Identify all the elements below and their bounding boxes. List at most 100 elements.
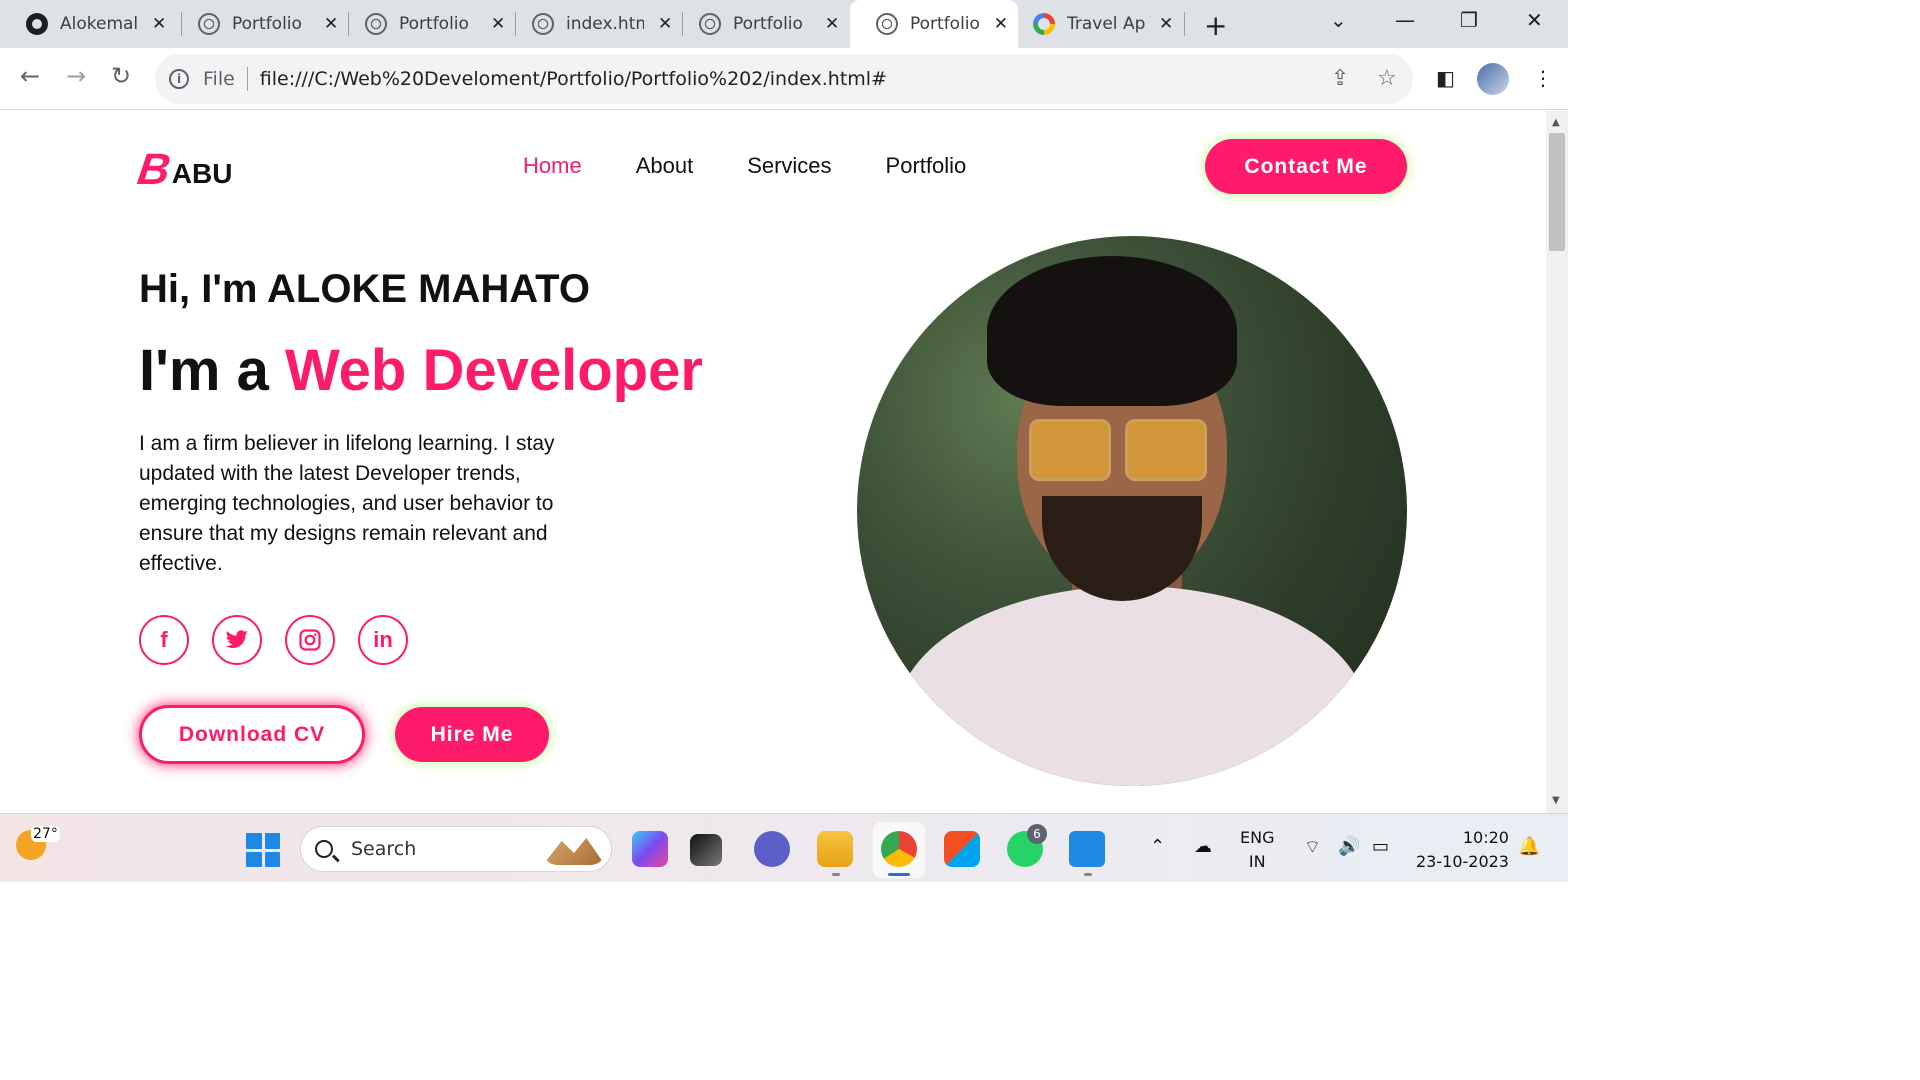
menu-kebab-icon[interactable]: ⋮ xyxy=(1533,66,1553,90)
close-window-button[interactable]: ✕ xyxy=(1526,8,1543,32)
tab-search-icon[interactable]: ⌄ xyxy=(1330,8,1347,32)
file-explorer-icon[interactable] xyxy=(817,831,853,867)
reload-icon[interactable]: ↻ xyxy=(111,62,131,90)
photo-glasses-right xyxy=(1125,419,1207,481)
hero-title-prefix: I'm a xyxy=(139,338,269,403)
nav-portfolio[interactable]: Portfolio xyxy=(886,153,967,179)
hero-bio: I am a firm believer in lifelong learnin… xyxy=(139,432,555,575)
tab-title: Portfolio xyxy=(232,14,302,34)
chevron-up-icon[interactable]: ⌃ xyxy=(1150,836,1165,857)
microsoft-store-icon[interactable] xyxy=(944,831,980,867)
download-cv-button[interactable]: Download CV xyxy=(139,705,365,764)
copilot-icon[interactable] xyxy=(632,831,668,867)
close-icon[interactable]: ✕ xyxy=(324,14,338,34)
facebook-icon[interactable]: f xyxy=(139,615,189,665)
tab-travel-app[interactable]: Travel Ap ✕ xyxy=(1007,0,1185,48)
running-indicator xyxy=(832,873,840,876)
nav-home[interactable]: Home xyxy=(523,153,582,179)
active-indicator xyxy=(888,873,910,876)
hero-title: I'm a Web Developer xyxy=(139,337,703,404)
battery-icon[interactable]: ▭ xyxy=(1372,836,1389,857)
address-bar[interactable]: i File file:///C:/Web%20Develoment/Portf… xyxy=(155,54,1413,104)
close-icon[interactable]: ✕ xyxy=(994,14,1008,34)
close-icon[interactable]: ✕ xyxy=(658,14,672,34)
tab-portfolio-3[interactable]: Portfolio ✕ xyxy=(673,0,851,48)
social-links: f in xyxy=(139,615,431,665)
share-icon[interactable]: ⇪ xyxy=(1331,66,1349,91)
onedrive-cloud-icon[interactable]: ☁ xyxy=(1194,836,1212,857)
scroll-up-arrow-icon[interactable]: ▲ xyxy=(1552,117,1560,128)
search-highlight-art xyxy=(543,838,605,865)
twitter-icon[interactable] xyxy=(212,615,262,665)
site-info-icon[interactable]: i xyxy=(169,69,189,89)
search-placeholder: Search xyxy=(351,838,417,860)
chrome-icon[interactable] xyxy=(881,831,917,867)
taskbar-search[interactable]: Search xyxy=(300,826,612,872)
browser-toolbar: ← → ↻ i File file:///C:/Web%20Develoment… xyxy=(0,48,1568,110)
contact-me-button[interactable]: Contact Me xyxy=(1205,139,1407,194)
task-view-icon[interactable] xyxy=(690,834,722,866)
tab-title: Portfolio xyxy=(910,14,980,34)
hire-me-button[interactable]: Hire Me xyxy=(395,707,549,762)
tab-title: index.htm xyxy=(566,14,644,34)
forward-arrow-icon[interactable]: → xyxy=(66,62,86,90)
twitter-bird-icon xyxy=(225,630,248,648)
linkedin-icon[interactable]: in xyxy=(358,615,408,665)
tab-title: Portfolio xyxy=(399,14,469,34)
browser-tab-strip: Alokemal ✕ Portfolio ✕ Portfolio ✕ index… xyxy=(0,0,1568,48)
tab-title: Portfolio xyxy=(733,14,803,34)
tab-title: Travel Ap xyxy=(1067,14,1145,34)
nav-about[interactable]: About xyxy=(636,153,694,179)
clock-time: 10:20 xyxy=(1462,828,1509,847)
url-text[interactable]: file:///C:/Web%20Develoment/Portfolio/Po… xyxy=(260,68,887,90)
scheme-label: File xyxy=(203,68,235,90)
scrollbar-thumb[interactable] xyxy=(1549,133,1565,251)
side-panel-icon[interactable]: ◧ xyxy=(1436,66,1455,90)
page-scrollbar[interactable]: ▲ ▼ xyxy=(1546,111,1568,813)
photo-shirt xyxy=(897,586,1367,786)
notification-bell-icon[interactable]: 🔔 xyxy=(1518,836,1540,857)
instagram-icon[interactable] xyxy=(285,615,335,665)
maximize-button[interactable]: ❐ xyxy=(1460,8,1478,32)
close-icon[interactable]: ✕ xyxy=(1159,14,1173,34)
clock[interactable]: 10:20 23-10-2023 xyxy=(1416,826,1509,874)
nav-services[interactable]: Services xyxy=(747,153,831,179)
photo-glasses-left xyxy=(1029,419,1111,481)
scroll-down-arrow-icon[interactable]: ▼ xyxy=(1552,795,1560,806)
tab-portfolio-1[interactable]: Portfolio ✕ xyxy=(172,0,350,48)
globe-icon xyxy=(876,13,898,35)
github-icon xyxy=(26,13,48,35)
instagram-glyph-icon xyxy=(299,629,321,651)
profile-avatar[interactable] xyxy=(1477,63,1509,95)
logo-text: ABU xyxy=(171,158,233,189)
teams-chat-icon[interactable] xyxy=(754,831,790,867)
profile-photo xyxy=(857,236,1407,786)
tab-portfolio-2[interactable]: Portfolio ✕ xyxy=(339,0,517,48)
windows-start-icon[interactable] xyxy=(246,833,280,867)
volume-icon[interactable]: 🔊 xyxy=(1338,836,1360,857)
running-indicator xyxy=(1084,873,1092,876)
vscode-icon[interactable] xyxy=(1069,831,1105,867)
photo-hair xyxy=(987,256,1237,406)
tab-github[interactable]: Alokemal ✕ xyxy=(0,0,180,48)
back-arrow-icon[interactable]: ← xyxy=(20,62,40,90)
hero-role: Web Developer xyxy=(284,338,703,403)
logo-mark: B xyxy=(134,145,174,194)
close-icon[interactable]: ✕ xyxy=(825,14,839,34)
search-icon xyxy=(315,840,333,858)
tab-index[interactable]: index.htm ✕ xyxy=(506,0,684,48)
site-logo[interactable]: B ABU xyxy=(134,145,233,194)
globe-icon xyxy=(532,13,554,35)
close-icon[interactable]: ✕ xyxy=(152,14,166,34)
google-icon xyxy=(1033,13,1055,35)
tab-portfolio-active[interactable]: Portfolio ✕ xyxy=(850,0,1018,48)
windows-taskbar: 27° Search 6 ⌃ ☁ ENG IN ⌔ 🔊 ▭ 10:20 23-1… xyxy=(0,813,1568,882)
bookmark-star-icon[interactable]: ☆ xyxy=(1377,66,1397,91)
new-tab-button[interactable]: + xyxy=(1204,9,1227,42)
language-code: ENG xyxy=(1240,828,1275,847)
minimize-button[interactable]: — xyxy=(1395,8,1415,32)
wifi-icon[interactable]: ⌔ xyxy=(1304,836,1321,859)
close-icon[interactable]: ✕ xyxy=(491,14,505,34)
input-language[interactable]: ENG IN xyxy=(1240,826,1274,874)
globe-icon xyxy=(365,13,387,35)
